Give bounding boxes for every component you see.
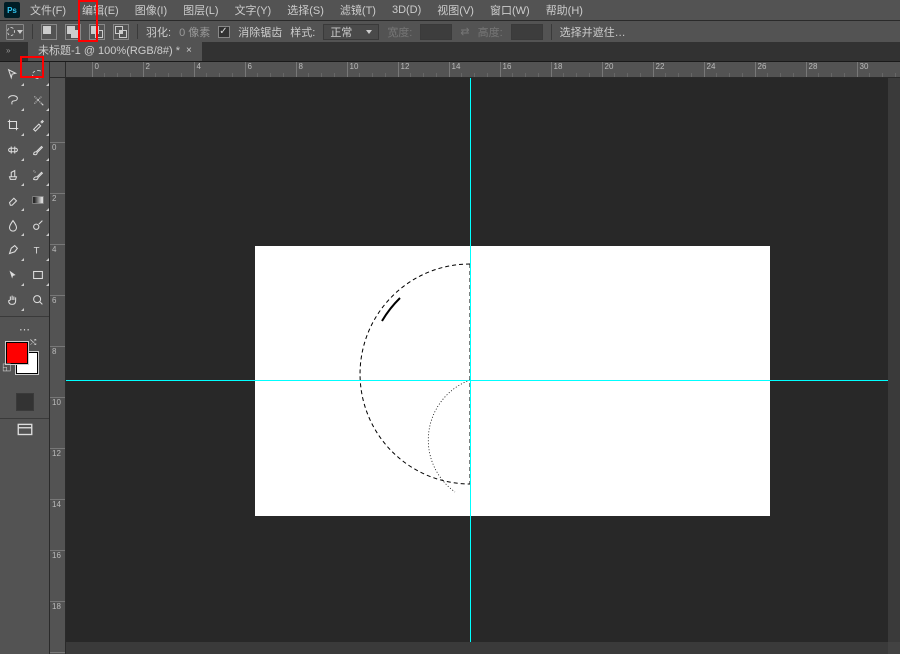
- eyedropper-tool[interactable]: [25, 112, 50, 137]
- document-tab-bar: » 未标题-1 @ 100%(RGB/8#) * ×: [0, 42, 900, 62]
- canvas-viewport[interactable]: [66, 78, 900, 654]
- eraser-tool[interactable]: [0, 187, 25, 212]
- horizontal-ruler[interactable]: 02468101214161820222426283032: [66, 62, 900, 78]
- zoom-tool[interactable]: [25, 287, 50, 312]
- lasso-tool[interactable]: [0, 87, 25, 112]
- menu-layer[interactable]: 图层(L): [177, 0, 224, 20]
- chevron-down-icon: [17, 30, 23, 34]
- selection-marquee-large-arc: [360, 264, 470, 484]
- color-swatches: ⤭ ◱: [0, 338, 49, 390]
- menu-bar: Ps 文件(F) 编辑(E) 图像(I) 图层(L) 文字(Y) 选择(S) 滤…: [0, 0, 900, 20]
- select-and-mask-button[interactable]: 选择并遮住…: [560, 24, 626, 40]
- antialias-label: 消除锯齿: [238, 24, 282, 40]
- close-tab-button[interactable]: ×: [186, 45, 192, 56]
- document-tab-title: 未标题-1 @ 100%(RGB/8#) *: [38, 42, 180, 58]
- menu-3d[interactable]: 3D(D): [386, 2, 427, 18]
- document-tab[interactable]: 未标题-1 @ 100%(RGB/8#) * ×: [28, 39, 202, 61]
- menu-edit[interactable]: 编辑(E): [76, 0, 125, 20]
- gradient-tool[interactable]: [25, 187, 50, 212]
- chevron-down-icon: [366, 30, 372, 34]
- quick-selection-tool[interactable]: [25, 87, 50, 112]
- height-label: 高度:: [478, 24, 503, 40]
- document-canvas[interactable]: [255, 246, 770, 516]
- path-stroke-segment: [382, 298, 400, 321]
- main-area: T ⋯ ⤭ ◱ 0246810121416182022 024681012141…: [0, 62, 900, 654]
- quick-mask-toggle[interactable]: [0, 390, 49, 414]
- horizontal-guide[interactable]: [66, 380, 900, 381]
- panel-collapse-icon[interactable]: »: [6, 46, 10, 55]
- crop-tool[interactable]: [0, 112, 25, 137]
- ruler-origin-corner[interactable]: [50, 62, 66, 78]
- vertical-scrollbar[interactable]: [888, 78, 900, 642]
- history-brush-tool[interactable]: [25, 162, 50, 187]
- menu-image[interactable]: 图像(I): [129, 0, 173, 20]
- selection-subtract-button[interactable]: [89, 24, 105, 40]
- clone-stamp-tool[interactable]: [0, 162, 25, 187]
- width-field: [420, 24, 452, 40]
- rectangle-shape-tool[interactable]: [25, 262, 50, 287]
- dodge-tool[interactable]: [25, 212, 50, 237]
- ellipse-marquee-icon: [7, 27, 15, 36]
- separator: [137, 24, 138, 40]
- height-field: [511, 24, 543, 40]
- scrollbar-corner: [888, 642, 900, 654]
- width-label: 宽度:: [387, 24, 412, 40]
- style-dropdown[interactable]: 正常: [323, 24, 379, 40]
- swap-colors-icon[interactable]: ⤭: [30, 338, 36, 348]
- edit-toolbar-button[interactable]: ⋯: [0, 321, 49, 338]
- separator: [551, 24, 552, 40]
- hand-tool[interactable]: [0, 287, 25, 312]
- feather-value[interactable]: 0 像素: [179, 24, 210, 40]
- menu-filter[interactable]: 滤镜(T): [334, 0, 382, 20]
- path-selection-tool[interactable]: [0, 262, 25, 287]
- menu-file[interactable]: 文件(F): [24, 0, 72, 20]
- elliptical-marquee-tool[interactable]: [25, 62, 50, 87]
- blur-tool[interactable]: [0, 212, 25, 237]
- menu-view[interactable]: 视图(V): [431, 0, 480, 20]
- vertical-guide[interactable]: [470, 78, 471, 654]
- menu-window[interactable]: 窗口(W): [484, 0, 536, 20]
- move-tool[interactable]: [0, 62, 25, 87]
- style-label: 样式:: [290, 24, 315, 40]
- antialias-checkbox[interactable]: [218, 26, 230, 38]
- current-tool-preset[interactable]: [6, 24, 24, 40]
- foreground-color-swatch[interactable]: [6, 342, 28, 364]
- canvas-area: 02468101214161820222426283032: [66, 62, 900, 654]
- vertical-ruler[interactable]: 0246810121416182022: [50, 62, 66, 654]
- swap-wh-icon: ⇄: [460, 25, 469, 38]
- selection-new-button[interactable]: [41, 24, 57, 40]
- menu-type[interactable]: 文字(Y): [229, 0, 278, 20]
- feather-label: 羽化:: [146, 24, 171, 40]
- brush-tool[interactable]: [25, 137, 50, 162]
- selection-marquee-small-arc: [428, 380, 470, 492]
- screen-mode-button[interactable]: [0, 418, 49, 441]
- menu-select[interactable]: 选择(S): [281, 0, 330, 20]
- svg-text:T: T: [33, 245, 39, 256]
- menu-help[interactable]: 帮助(H): [540, 0, 589, 20]
- separator: [32, 24, 33, 40]
- default-colors-icon[interactable]: ◱: [2, 362, 11, 373]
- spot-healing-tool[interactable]: [0, 137, 25, 162]
- selection-intersect-button[interactable]: [113, 24, 129, 40]
- pen-tool[interactable]: [0, 237, 25, 262]
- tools-panel: T ⋯ ⤭ ◱: [0, 62, 50, 654]
- type-tool[interactable]: T: [25, 237, 50, 262]
- selection-add-button[interactable]: [65, 24, 81, 40]
- style-value: 正常: [330, 24, 352, 40]
- horizontal-scrollbar[interactable]: [66, 642, 888, 654]
- app-icon-ps: Ps: [4, 2, 20, 18]
